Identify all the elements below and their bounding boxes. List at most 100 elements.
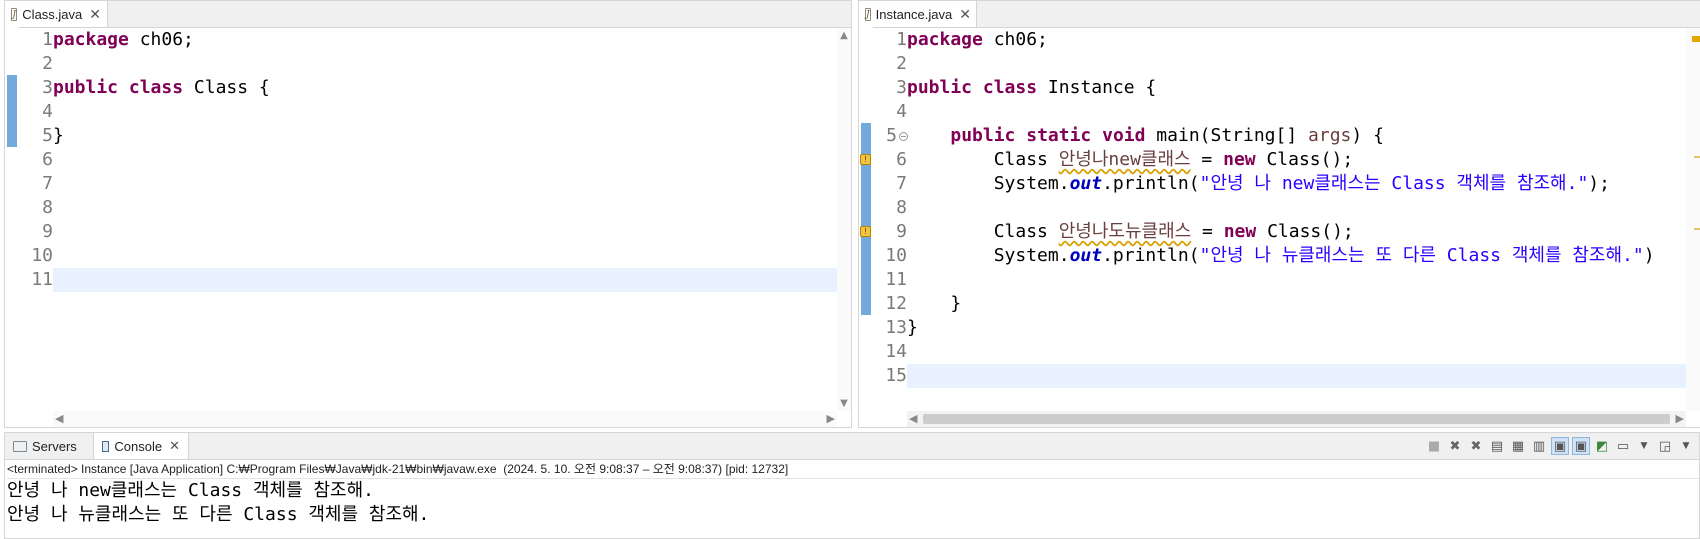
line-number: 10	[31, 245, 53, 266]
close-icon[interactable]: ✕	[89, 6, 101, 23]
line-number: 15	[885, 365, 907, 386]
code-line[interactable]: }	[907, 316, 1686, 340]
code-text-area[interactable]: package ch06; public class Instance { pu…	[907, 28, 1686, 427]
pin-console-icon[interactable]: ◩	[1593, 437, 1611, 455]
line-number: 4	[42, 101, 53, 122]
warning-icon[interactable]: !	[860, 226, 871, 237]
tab-console[interactable]: Console ✕	[93, 433, 189, 459]
line-number: 2	[896, 53, 907, 74]
console-toolbar: ■ ✖ ✖ ▤ ▦ ▥ ▣ ▣ ◩ ▭ ▼ ◲ ▼	[1425, 433, 1699, 459]
tab-label: Instance.java	[875, 6, 953, 22]
code-text-area[interactable]: package ch06; public class Class { }	[53, 28, 837, 427]
editor-tab-strip: J Instance.java ✕	[859, 1, 1700, 28]
editor-class-java: J Class.java ✕ 1 2 3 4 5 6 7 8 9 10 11 p…	[4, 0, 852, 428]
line-number: 8	[896, 197, 907, 218]
word-wrap-icon[interactable]: ▥	[1530, 437, 1548, 455]
line-number: 9	[896, 221, 907, 242]
quick-diff-ruler	[5, 27, 19, 427]
scroll-left-icon[interactable]: ◀	[909, 411, 917, 427]
line-number: 7	[896, 173, 907, 194]
code-line[interactable]: public static void main(String[] args) {	[907, 124, 1686, 148]
remove-all-terminated-icon[interactable]: ✖	[1467, 437, 1485, 455]
vertical-scrollbar[interactable]: ▲ ▼	[837, 28, 851, 411]
annotation-marker[interactable]	[1694, 228, 1700, 230]
line-number: 3	[896, 77, 907, 98]
scroll-left-icon[interactable]: ◀	[55, 411, 63, 427]
line-number: 9	[42, 221, 53, 242]
code-line[interactable]: }	[53, 124, 837, 148]
console-status-line: <terminated> Instance [Java Application]…	[7, 460, 1699, 479]
line-number: 12	[885, 293, 907, 314]
code-line[interactable]: System.out.println("안녕 나 new클래스는 Class 객…	[907, 172, 1686, 196]
current-line-highlight[interactable]	[907, 364, 1686, 388]
horizontal-scrollbar[interactable]: ◀ ▶	[907, 411, 1686, 427]
clear-console-icon[interactable]: ▤	[1488, 437, 1506, 455]
line-number-gutter: 1 2 3 4 5 6 7 8 9 10 11 12 13 14 15 −	[873, 28, 908, 427]
change-marker	[861, 123, 871, 315]
console-view: Servers Console ✕ ■ ✖ ✖ ▤ ▦ ▥ ▣ ▣ ◩ ▭ ▼ …	[4, 432, 1700, 539]
line-number: 5	[886, 125, 897, 146]
tab-servers[interactable]: Servers	[5, 433, 93, 459]
code-line[interactable]: Class 안녕나도뉴클래스 = new Class();	[907, 220, 1686, 244]
scroll-up-icon[interactable]: ▲	[837, 30, 851, 41]
line-number: 11	[885, 269, 907, 290]
editor-tab-strip: J Class.java ✕	[5, 1, 851, 28]
console-icon	[102, 440, 110, 452]
line-number: 7	[42, 173, 53, 194]
code-line[interactable]: package ch06;	[53, 28, 837, 52]
editor-instance-java: J Instance.java ✕ ! ! 1 2 3 4 5 6 7 8 9 …	[858, 0, 1700, 428]
tab-label: Console	[114, 438, 163, 454]
code-line[interactable]: package ch06;	[907, 28, 1686, 52]
scroll-lock-icon[interactable]: ▦	[1509, 437, 1527, 455]
code-line[interactable]: public class Class {	[53, 76, 837, 100]
tab-instance-java[interactable]: J Instance.java ✕	[859, 1, 977, 27]
line-number-gutter: 1 2 3 4 5 6 7 8 9 10 11	[19, 28, 53, 427]
horizontal-scrollbar[interactable]: ◀ ▶	[53, 411, 837, 427]
tab-label: Servers	[32, 438, 77, 454]
line-number: 14	[885, 341, 907, 362]
scroll-right-icon[interactable]: ▶	[1676, 411, 1684, 427]
line-number: 10	[885, 245, 907, 266]
console-tab-strip: Servers Console ✕ ■ ✖ ✖ ▤ ▦ ▥ ▣ ▣ ◩ ▭ ▼ …	[5, 433, 1699, 460]
console-output-line[interactable]: 안녕 나 new클래스는 Class 객체를 참조해.	[7, 479, 374, 503]
close-icon[interactable]: ✕	[169, 438, 180, 454]
line-number: 6	[896, 149, 907, 170]
change-marker	[7, 75, 17, 147]
java-file-icon: J	[11, 7, 18, 21]
java-file-icon: J	[865, 7, 871, 21]
tab-class-java[interactable]: J Class.java ✕	[5, 1, 108, 27]
line-number: 5	[42, 125, 53, 146]
line-number: 1	[896, 29, 907, 50]
line-number: 11	[31, 269, 53, 290]
line-number: 1	[42, 29, 53, 50]
terminate-icon[interactable]: ■	[1425, 437, 1443, 455]
scroll-down-icon[interactable]: ▼	[837, 398, 851, 409]
code-line[interactable]: Class 안녕나new클래스 = new Class();	[907, 148, 1686, 172]
line-number: 6	[42, 149, 53, 170]
chevron-down-icon[interactable]: ▼	[1635, 437, 1653, 455]
code-line[interactable]: System.out.println("안녕 나 뉴클래스는 또 다른 Clas…	[907, 244, 1686, 268]
annotation-marker[interactable]	[1694, 156, 1700, 158]
line-number: 3	[42, 77, 53, 98]
open-console-icon[interactable]: ◲	[1656, 437, 1674, 455]
tab-label: Class.java	[22, 6, 83, 22]
close-icon[interactable]: ✕	[959, 6, 971, 23]
code-line[interactable]: }	[907, 292, 1686, 316]
line-number: 2	[42, 53, 53, 74]
warning-icon[interactable]: !	[860, 154, 871, 165]
scroll-right-icon[interactable]: ▶	[827, 411, 835, 427]
show-on-stderr-icon[interactable]: ▣	[1572, 437, 1590, 455]
overview-ruler[interactable]	[1686, 28, 1700, 411]
current-line-highlight[interactable]	[53, 268, 837, 292]
remove-launch-icon[interactable]: ✖	[1446, 437, 1464, 455]
scroll-thumb[interactable]	[923, 414, 1670, 424]
servers-icon	[13, 440, 27, 452]
warning-overview-icon[interactable]	[1692, 36, 1700, 42]
code-line[interactable]: public class Instance {	[907, 76, 1686, 100]
chevron-down-icon[interactable]: ▼	[1677, 437, 1695, 455]
line-number: 13	[885, 317, 907, 338]
display-selected-console-icon[interactable]: ▭	[1614, 437, 1632, 455]
show-on-stdout-icon[interactable]: ▣	[1551, 437, 1569, 455]
console-output-line[interactable]: 안녕 나 뉴클래스는 또 다른 Class 객체를 참조해.	[7, 503, 429, 527]
line-number: 4	[896, 101, 907, 122]
